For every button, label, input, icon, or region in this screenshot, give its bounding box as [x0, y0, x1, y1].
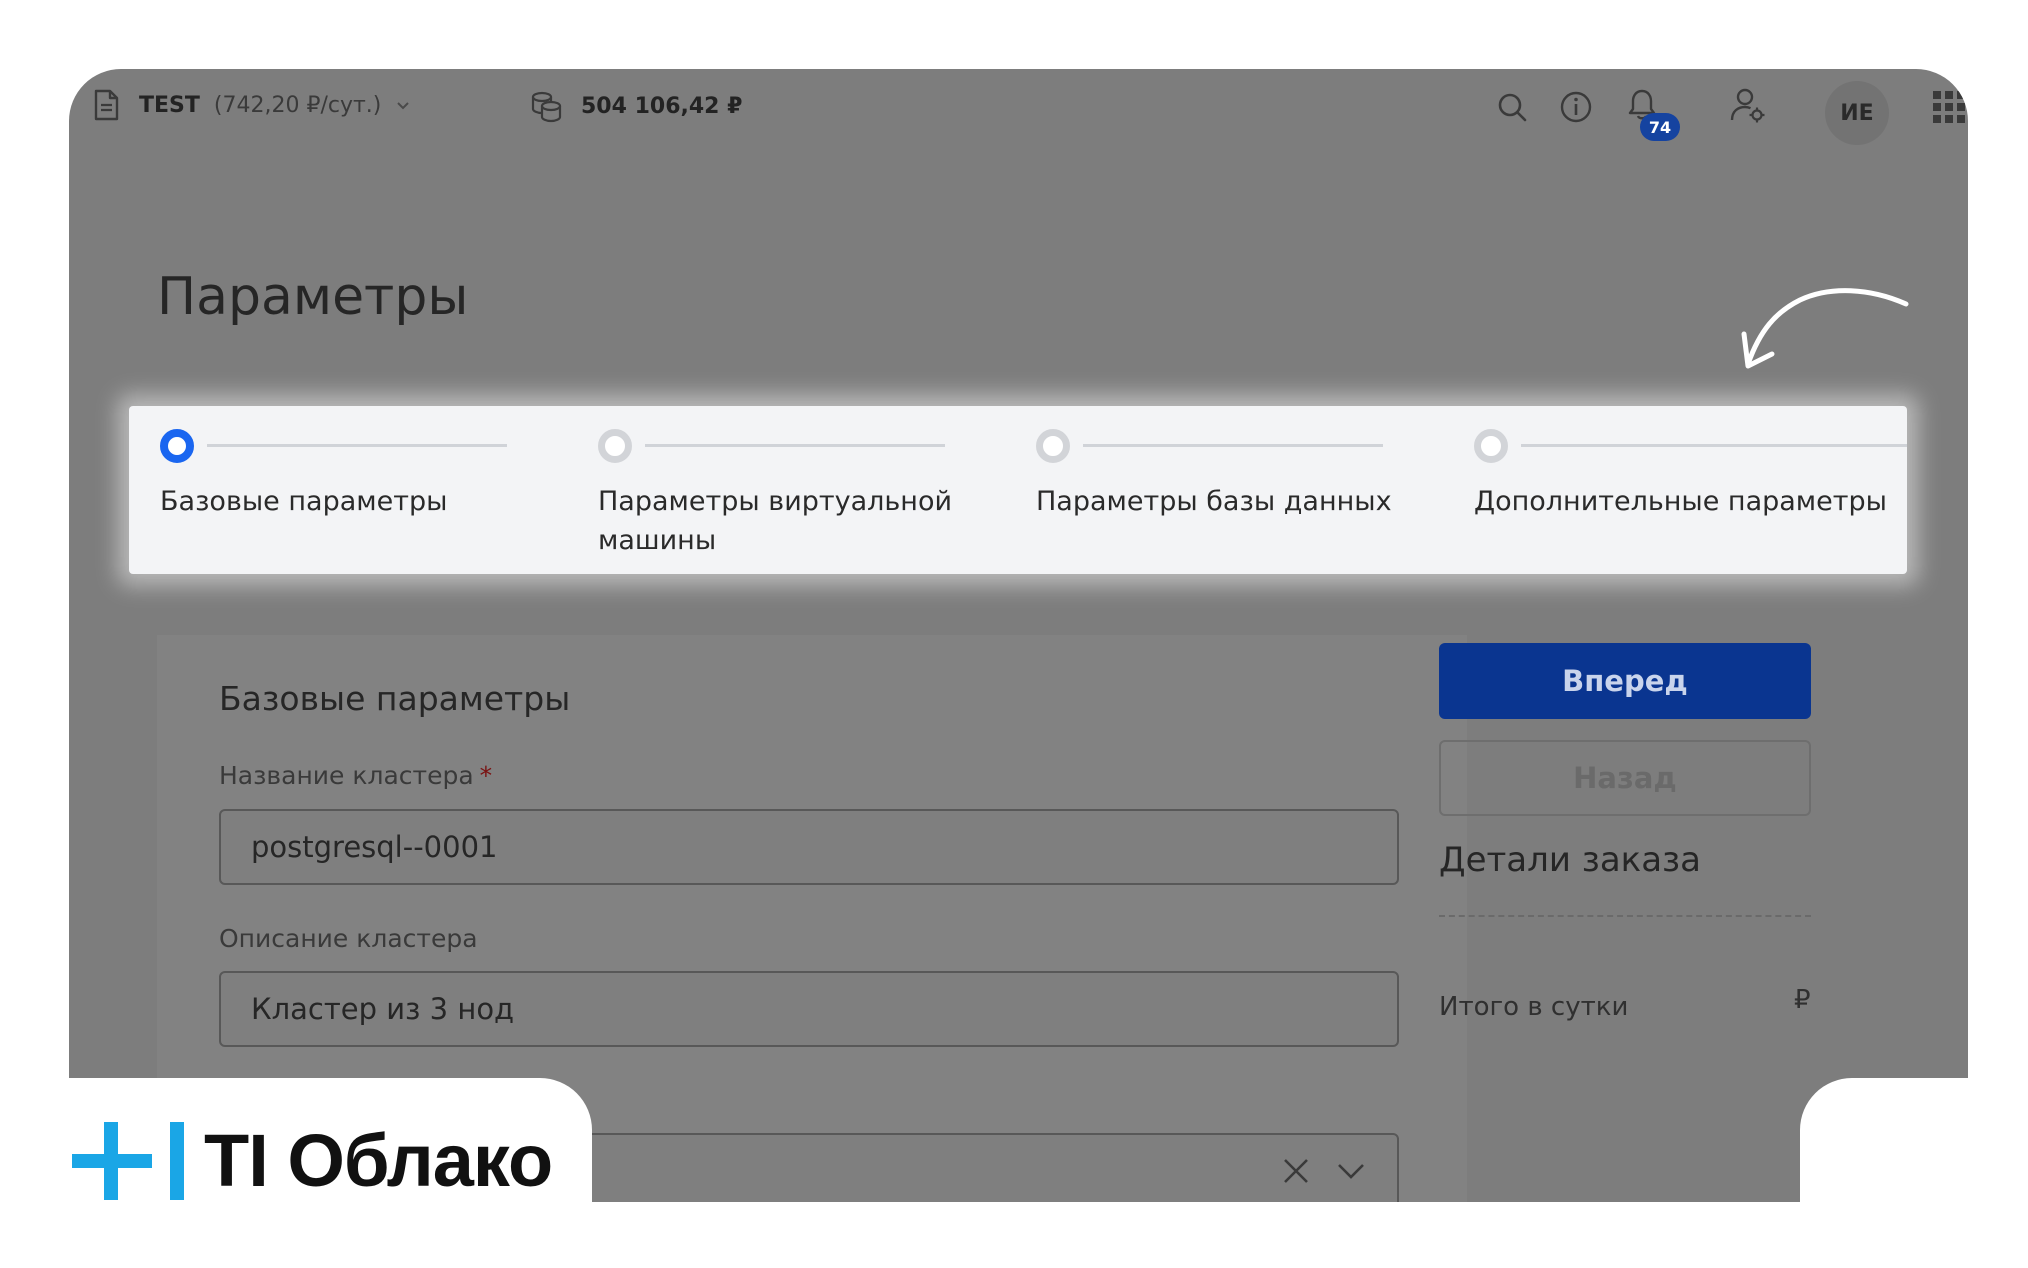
- corner-tab: [1800, 1078, 2028, 1268]
- step-connector: [1083, 444, 1383, 447]
- notifications-badge: 74: [1640, 113, 1680, 141]
- cluster-name-label-text: Название кластера: [219, 761, 474, 790]
- info-icon: [1560, 91, 1592, 123]
- brand-logo-text: TI Облако: [204, 1119, 553, 1202]
- order-details-title: Детали заказа: [1439, 840, 1701, 880]
- total-currency: ₽: [1794, 985, 1811, 1015]
- back-button[interactable]: Назад: [1439, 740, 1811, 816]
- brand-logo-mark: [70, 1118, 188, 1204]
- step-label-vm[interactable]: Параметры виртуальной машины: [598, 482, 958, 560]
- next-button[interactable]: Вперед: [1439, 643, 1811, 719]
- step-label-additional[interactable]: Дополнительные параметры: [1474, 482, 1894, 521]
- step-connector: [1521, 444, 1907, 447]
- curved-arrow-icon: [1741, 288, 1909, 369]
- step-indicator[interactable]: [1474, 429, 1508, 463]
- brand-plus-icon: [72, 1122, 184, 1200]
- step-indicator-active[interactable]: [160, 429, 194, 463]
- app-window: TEST (742,20 ₽/сут.) 504 106,42 ₽ 74 ИЕ …: [69, 69, 1968, 1202]
- step-label-base[interactable]: Базовые параметры: [160, 482, 540, 521]
- step-label-database[interactable]: Параметры базы данных: [1036, 482, 1416, 521]
- divider: [1439, 915, 1811, 917]
- chevron-down-icon: [397, 102, 410, 110]
- cluster-description-input[interactable]: Кластер из 3 нод: [219, 971, 1399, 1047]
- account-settings-button[interactable]: [1728, 85, 1768, 125]
- search-button[interactable]: [1492, 87, 1532, 127]
- total-per-day-label: Итого в сутки: [1439, 992, 1629, 1022]
- project-selector[interactable]: TEST (742,20 ₽/сут.): [91, 89, 411, 121]
- apps-menu-button[interactable]: [1929, 87, 1968, 127]
- user-avatar[interactable]: ИЕ: [1825, 81, 1889, 145]
- form-section-title: Базовые параметры: [219, 679, 571, 718]
- required-mark: *: [479, 761, 493, 790]
- search-icon: [1498, 93, 1527, 122]
- step-connector: [207, 444, 507, 447]
- step-indicator[interactable]: [1036, 429, 1070, 463]
- stage: TEST (742,20 ₽/сут.) 504 106,42 ₽ 74 ИЕ …: [0, 0, 2028, 1268]
- project-rate: (742,20 ₽/сут.): [213, 92, 382, 118]
- info-button[interactable]: [1556, 87, 1596, 127]
- cluster-name-label: Название кластера *: [219, 761, 492, 790]
- balance-value: 504 106,42 ₽: [581, 93, 743, 119]
- document-icon: [94, 89, 119, 121]
- apps-grid-icon: [1933, 91, 1965, 123]
- cluster-description-value: Кластер из 3 нод: [251, 992, 515, 1026]
- balance[interactable]: 504 106,42 ₽: [529, 89, 742, 123]
- wizard-stepper: Базовые параметры Параметры виртуальной …: [129, 406, 1907, 574]
- cluster-name-value: postgresql--0001: [251, 830, 498, 864]
- step-indicator[interactable]: [598, 429, 632, 463]
- coins-icon: [531, 91, 562, 123]
- cluster-description-label: Описание кластера: [219, 924, 478, 953]
- clear-icon[interactable]: [1281, 1156, 1311, 1186]
- project-name: TEST: [139, 92, 200, 118]
- top-bar: TEST (742,20 ₽/сут.) 504 106,42 ₽ 74 ИЕ: [69, 69, 1968, 149]
- cluster-name-input[interactable]: postgresql--0001: [219, 809, 1399, 885]
- page-title: Параметры: [157, 267, 469, 327]
- user-settings-icon: [1730, 88, 1765, 123]
- step-connector: [645, 444, 945, 447]
- chevron-down-icon[interactable]: [1335, 1156, 1367, 1186]
